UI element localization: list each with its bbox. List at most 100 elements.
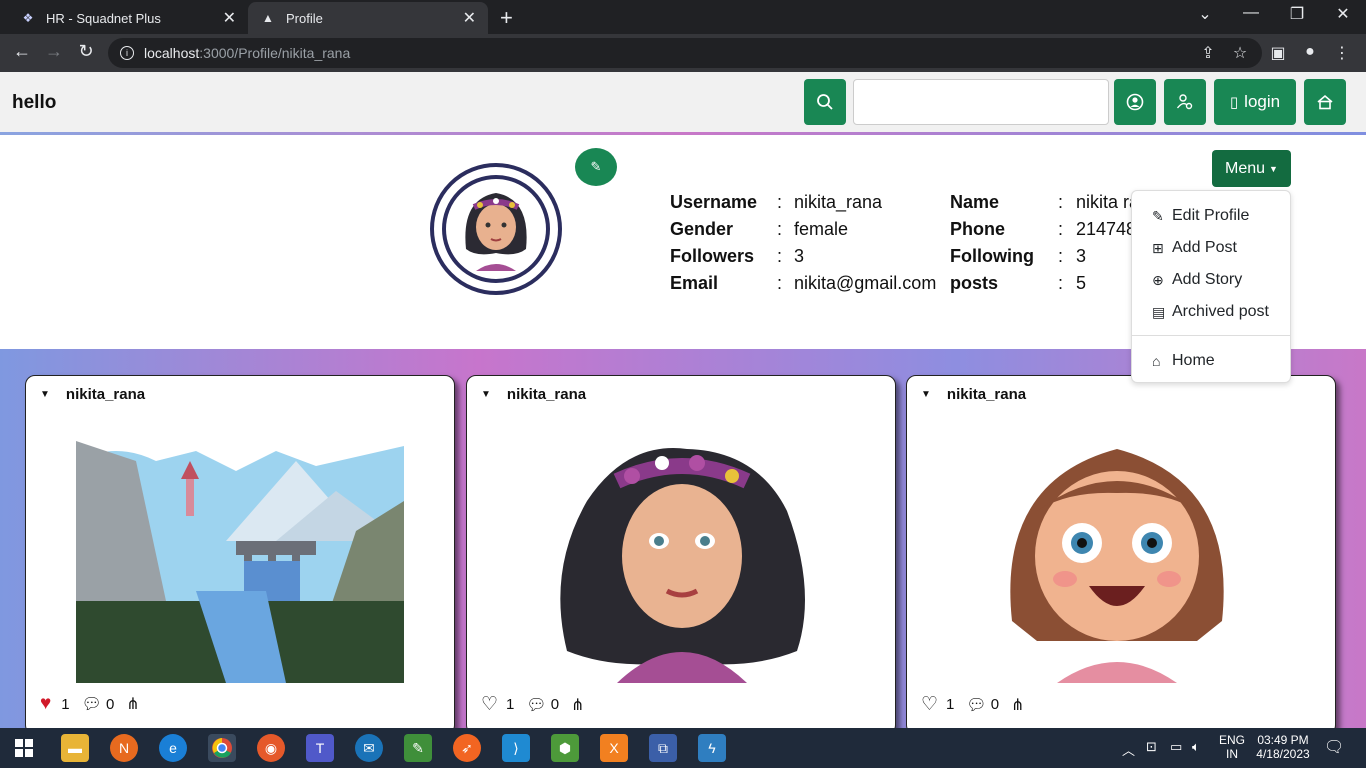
heart-outline-icon[interactable]: ♡ [481, 693, 498, 716]
comment-icon[interactable]: 💬︎ [526, 695, 546, 715]
site-info-icon[interactable]: i [120, 46, 134, 60]
clock[interactable]: 03:49 PM 4/18/2023 [1250, 733, 1316, 761]
firefox-icon[interactable]: ◉ [257, 734, 285, 762]
profile-field-name: Name: nikita ra [950, 192, 1139, 213]
notification-icon[interactable]: 🗨︎ [1324, 737, 1344, 757]
post-actions: ♡ 1 💬︎ 0 ⋔ [481, 693, 588, 716]
menu-item-archived-post[interactable]: ▤ Archived post [1152, 303, 1269, 321]
post-header[interactable]: ▼ nikita_rana [481, 386, 586, 403]
home-icon [1317, 94, 1333, 110]
post-username: nikita_rana [946, 386, 1027, 403]
login-button[interactable]: ▯ login [1214, 79, 1296, 125]
profile-field-posts: posts:5 [950, 273, 1086, 294]
tab-title: Profile [286, 10, 323, 26]
menu-item-label: Archived post [1172, 303, 1269, 320]
windows-taskbar: ▬ N e ◉ T ✉ ✎ ➶ ⟩ ⬢ X ⧉ ϟ ︿ ⊡ ▭ 🔈︎ ENG I… [0, 728, 1366, 768]
field-colon: : [1058, 246, 1064, 266]
bookmark-star-icon[interactable]: ☆ [1230, 43, 1250, 63]
start-windows-icon[interactable] [10, 734, 38, 762]
user-settings-button[interactable] [1164, 79, 1206, 125]
tab-profile[interactable]: ▲ Profile ✕ [248, 2, 488, 34]
forward-icon[interactable]: → [42, 41, 66, 62]
user-circle-icon [1126, 93, 1144, 111]
file-explorer-icon[interactable]: ▬ [61, 734, 89, 762]
field-colon: : [1058, 192, 1064, 212]
post-username: nikita_rana [506, 386, 587, 403]
language-indicator[interactable]: ENG IN [1219, 733, 1245, 761]
edit-avatar-button[interactable]: ✎ [575, 148, 617, 186]
profile-field-email: Email: nikita@gmail.com [670, 273, 936, 294]
side-panel-icon[interactable]: ▣ [1268, 43, 1288, 63]
menu-item-home[interactable]: ⌂ Home [1152, 352, 1215, 370]
meet-now-icon[interactable]: ⊡ [1146, 739, 1157, 755]
volume-icon[interactable]: 🔈︎ [1192, 739, 1200, 755]
brand-title[interactable]: hello [12, 92, 56, 114]
tab-squadnet[interactable]: ❖ HR - Squadnet Plus ✕ [8, 2, 248, 34]
caret-down-icon[interactable]: ▼ [481, 389, 491, 400]
network-tool-icon[interactable]: ⧉ [649, 734, 677, 762]
vscode-icon[interactable]: ⟩ [502, 734, 530, 762]
tray-chevron-icon[interactable]: ︿ [1122, 740, 1135, 759]
nodejs-icon[interactable]: ⬢ [551, 734, 579, 762]
new-tab-button[interactable]: + [500, 5, 513, 31]
search-input[interactable] [853, 79, 1109, 125]
post-image-girl-flower-crown[interactable] [547, 421, 817, 683]
minimize-button[interactable]: — [1228, 4, 1274, 22]
share-icon[interactable]: ⋔ [1011, 695, 1024, 715]
restore-button[interactable]: ❐ [1274, 4, 1320, 24]
post-image-landscape[interactable] [76, 421, 404, 683]
xampp-icon[interactable]: X [600, 734, 628, 762]
search-button[interactable] [804, 79, 846, 125]
field-label: Following [950, 246, 1034, 266]
reload-icon[interactable]: ↻ [74, 41, 98, 62]
url-field[interactable]: i localhost :3000/Profile/nikita_rana [108, 38, 1262, 68]
field-label: Followers [670, 246, 755, 266]
menu-label: Menu [1225, 159, 1266, 177]
profile-icon[interactable]: ● [1300, 43, 1320, 61]
post-header[interactable]: ▼ nikita_rana [921, 386, 1026, 403]
clock-time: 03:49 PM [1257, 733, 1309, 747]
heart-filled-icon[interactable]: ♥ [40, 693, 51, 715]
squadnet-favicon-icon: ❖ [22, 11, 34, 25]
more-menu-icon[interactable]: ⋮ [1332, 43, 1352, 63]
share-icon[interactable]: ⋔ [126, 694, 139, 714]
home-button[interactable] [1304, 79, 1346, 125]
postman-icon[interactable]: ➶ [453, 734, 481, 762]
heart-outline-icon[interactable]: ♡ [921, 693, 938, 716]
login-label: login [1244, 92, 1281, 111]
network-icon[interactable]: ▭ [1170, 739, 1182, 755]
share-icon[interactable]: ⋔ [571, 695, 584, 715]
avatar [430, 163, 562, 295]
teams-icon[interactable]: T [306, 734, 334, 762]
avatar-image [442, 175, 550, 283]
menu-item-add-story[interactable]: ⊕ Add Story [1152, 271, 1242, 289]
close-icon[interactable]: ✕ [463, 8, 476, 28]
field-colon: : [777, 219, 783, 239]
share-icon[interactable]: ⇪ [1198, 43, 1218, 63]
post-actions: ♥ 1 💬︎ 0 ⋔ [40, 693, 144, 715]
pencil-icon: ✎ [590, 159, 602, 174]
menu-divider [1132, 335, 1290, 336]
caret-down-icon[interactable]: ▼ [40, 389, 50, 400]
chrome-icon[interactable] [208, 734, 236, 762]
close-icon[interactable]: ✕ [223, 8, 236, 28]
tab-search-icon[interactable]: ⌄ [1182, 4, 1228, 24]
caret-down-icon[interactable]: ▼ [921, 389, 931, 400]
mail-app-icon[interactable]: ✉ [355, 734, 383, 762]
profile-button[interactable] [1114, 79, 1156, 125]
lightning-app-icon[interactable]: ϟ [698, 734, 726, 762]
back-icon[interactable]: ← [10, 41, 34, 62]
comment-count: 0 [550, 696, 560, 713]
menu-item-edit-profile[interactable]: ✎ Edit Profile [1152, 207, 1249, 225]
menu-item-add-post[interactable]: ⊞ Add Post [1152, 239, 1237, 257]
menu-dropdown-button[interactable]: Menu ▼ [1212, 150, 1291, 187]
edge-icon[interactable]: e [159, 734, 187, 762]
post-header[interactable]: ▼ nikita_rana [40, 386, 145, 403]
comment-icon[interactable]: 💬︎ [966, 695, 986, 715]
post-image-girl-cartoon[interactable] [997, 421, 1237, 683]
comment-icon[interactable]: 💬︎ [82, 694, 102, 714]
app-n-icon[interactable]: N [110, 734, 138, 762]
close-window-button[interactable]: ✕ [1320, 4, 1366, 24]
field-label: Email [670, 273, 719, 293]
notepad-icon[interactable]: ✎ [404, 734, 432, 762]
